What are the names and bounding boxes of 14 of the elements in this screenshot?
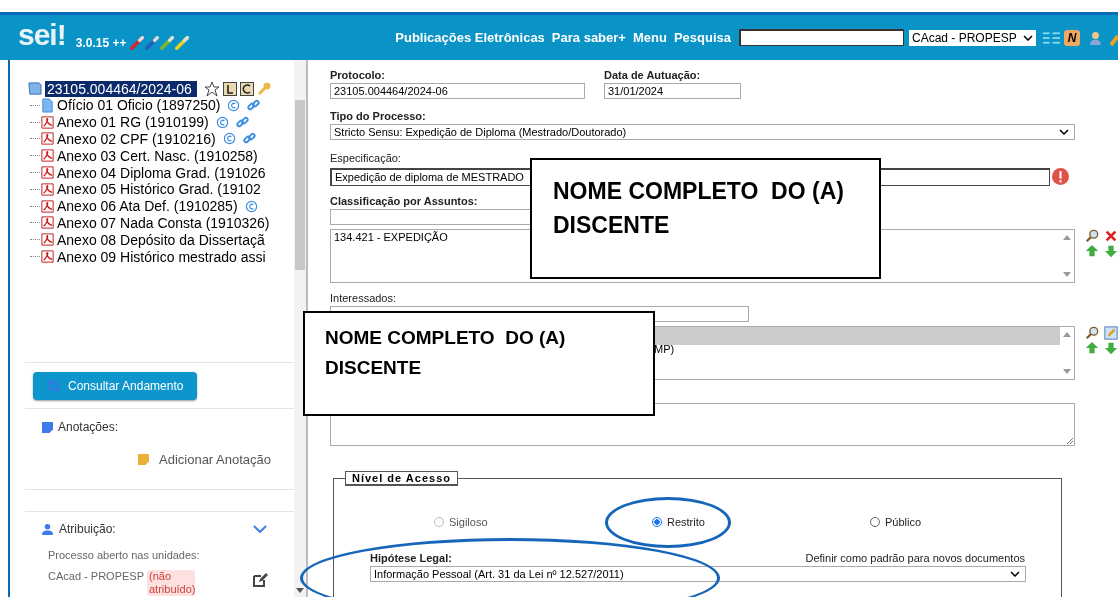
field-label: Data de Autuação:	[604, 69, 702, 82]
field-label: Protocolo:	[330, 69, 386, 82]
field-label: Especificação:	[330, 152, 402, 165]
assignment-label: Atribuição:	[59, 522, 116, 536]
version-label: 3.0.15 ++	[75, 35, 127, 50]
status-tag: (não atribuído)	[147, 570, 195, 596]
field-label: Classificação por Assuntos:	[330, 195, 479, 208]
open-units-label: Processo aberto nas unidades:	[48, 549, 200, 561]
field-label: Hipótese Legal:	[370, 552, 452, 564]
access-level-legend: Nível de Acesso	[345, 471, 458, 486]
notes-label: Anotações:	[58, 420, 119, 434]
unit-name: CAcad - PROPESP	[48, 570, 144, 582]
field-label: Tipo do Processo:	[330, 110, 427, 123]
field-label: Interessados:	[330, 292, 398, 305]
